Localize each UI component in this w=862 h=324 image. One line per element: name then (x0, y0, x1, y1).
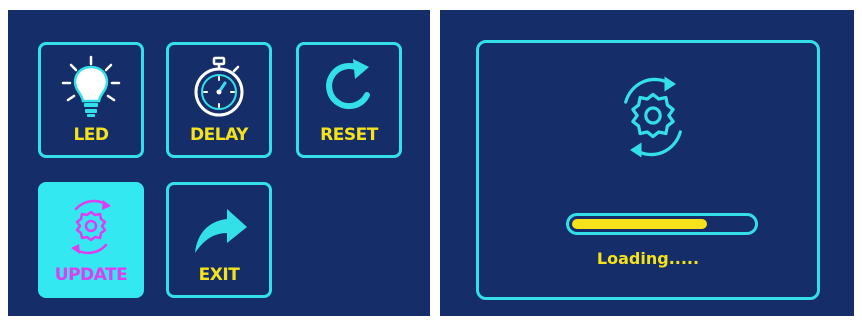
progress-bar-fill (572, 219, 707, 229)
light-bulb-icon (59, 55, 123, 119)
progress-bar (566, 213, 758, 235)
delay-button[interactable]: DELAY (166, 42, 272, 158)
loading-text: Loading..... (596, 249, 700, 268)
loading-screen: Loading..... (440, 10, 854, 316)
reset-label: RESET (320, 125, 378, 145)
update-label: UPDATE (54, 265, 128, 285)
exit-label: EXIT (198, 265, 240, 285)
menu-screen: LED DELAY RESET UPDATE EXIT (8, 10, 430, 316)
loading-panel: Loading..... (476, 40, 820, 300)
delay-label: DELAY (190, 125, 248, 145)
exit-button[interactable]: EXIT (166, 182, 272, 298)
reset-button[interactable]: RESET (296, 42, 402, 158)
led-label: LED (73, 125, 109, 145)
update-gear-icon (59, 195, 123, 259)
led-button[interactable]: LED (38, 42, 144, 158)
reset-arrow-icon (317, 55, 381, 119)
stopwatch-icon (187, 55, 251, 119)
update-button[interactable]: UPDATE (38, 182, 144, 298)
exit-arrow-icon (187, 195, 251, 259)
update-gear-icon (607, 69, 699, 165)
